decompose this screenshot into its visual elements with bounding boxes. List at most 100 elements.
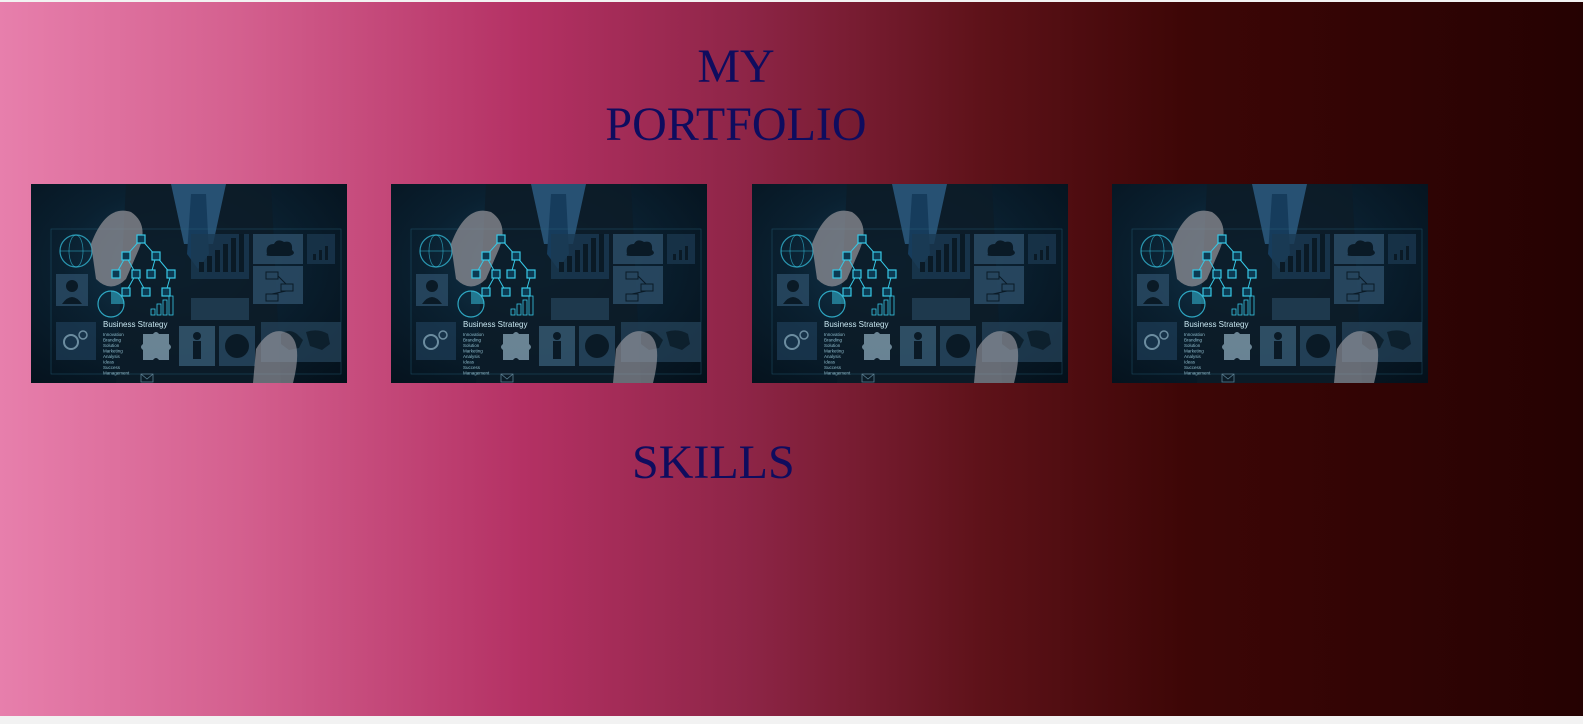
strategy-list-item: Management xyxy=(103,371,130,376)
business-strategy-illustration: Business Strategy InnovationBrandingSolut… xyxy=(771,184,1063,383)
signal-bar xyxy=(1046,246,1049,260)
title-line-2: PORTFOLIO xyxy=(605,98,867,151)
strategy-list-item: Branding xyxy=(824,338,843,343)
person-icon xyxy=(1274,332,1282,340)
user-icon xyxy=(66,280,78,292)
business-strategy-caption: Business Strategy xyxy=(463,320,527,329)
strategy-list-item: Innovation xyxy=(824,332,845,337)
strategy-list-item: Ideas xyxy=(463,360,475,365)
strategy-list-item: Success xyxy=(103,365,121,370)
bar-chart-icon xyxy=(960,234,965,272)
bar-chart-icon xyxy=(928,256,933,272)
bar-chart-icon xyxy=(567,256,572,272)
strategy-list-item: Ideas xyxy=(103,360,115,365)
page-title: MY PORTFOLIO xyxy=(600,38,872,154)
bar-chart-icon xyxy=(1280,262,1285,272)
strategy-list-item: Innovation xyxy=(463,332,484,337)
bar-chart-icon xyxy=(215,250,220,272)
title-line-1: MY xyxy=(697,40,775,93)
strategy-list-item: Solution xyxy=(103,343,120,348)
strategy-list-item: Management xyxy=(824,371,851,376)
signal-bar xyxy=(685,246,688,260)
signal-bar xyxy=(325,246,328,260)
info-panel xyxy=(1272,298,1330,320)
info-panel xyxy=(912,298,970,320)
strategy-list-item: Solution xyxy=(1184,343,1201,348)
business-strategy-caption: Business Strategy xyxy=(1184,320,1248,329)
puzzle-icon xyxy=(141,332,171,360)
strategy-list-item: Solution xyxy=(824,343,841,348)
portfolio-image-4[interactable]: Business Strategy Innovation Branding Solut… xyxy=(1112,184,1428,383)
strategy-list-item: Analysis xyxy=(463,354,481,359)
business-strategy-caption: Business Strategy xyxy=(824,320,888,329)
bar-chart-icon xyxy=(952,238,957,272)
strategy-list-item: Ideas xyxy=(824,360,836,365)
gear-panel xyxy=(56,322,96,360)
business-strategy-caption: Business Strategy xyxy=(103,320,167,329)
bar-chart-icon xyxy=(599,234,604,272)
user-icon xyxy=(426,280,438,292)
signal-bar xyxy=(1040,250,1043,260)
skills-heading: SKILLS xyxy=(632,436,795,489)
dark-circle-icon xyxy=(946,334,970,358)
signal-bar xyxy=(1400,250,1403,260)
bar-chart-icon xyxy=(920,262,925,272)
bar-chart-icon xyxy=(1304,244,1309,272)
strategy-list-item: Management xyxy=(1184,371,1211,376)
bar-chart-icon xyxy=(575,250,580,272)
person-icon xyxy=(553,332,561,340)
dark-circle-icon xyxy=(1306,334,1330,358)
signal-bar xyxy=(1034,254,1037,260)
portfolio-image-2[interactable]: Business Strategy Innovation Branding Solut… xyxy=(391,184,707,383)
dark-circle-icon xyxy=(225,334,249,358)
strategy-list-item: Marketing xyxy=(103,349,123,354)
gear-panel xyxy=(1137,322,1177,360)
info-panel xyxy=(191,298,249,320)
signal-bar xyxy=(319,250,322,260)
puzzle-icon xyxy=(501,332,531,360)
strategy-list-item: Analysis xyxy=(103,354,121,359)
business-strategy-illustration: Business Strategy InnovationBrandingSolut… xyxy=(1131,184,1423,383)
strategy-list-item: Ideas xyxy=(1184,360,1196,365)
dark-circle-icon xyxy=(585,334,609,358)
bar-chart-icon xyxy=(944,244,949,272)
strategy-list-item: Marketing xyxy=(824,349,844,354)
bar-chart-icon xyxy=(1320,234,1325,272)
strategy-list-item: Success xyxy=(824,365,842,370)
bar-chart-icon xyxy=(1312,238,1317,272)
strategy-list-item: Analysis xyxy=(1184,354,1202,359)
strategy-list-item: Branding xyxy=(463,338,482,343)
portfolio-page: MY PORTFOLIO Business Strategy Innovation… xyxy=(0,0,1583,724)
puzzle-icon xyxy=(1222,332,1252,360)
bar-chart-icon xyxy=(583,244,588,272)
gear-panel xyxy=(416,322,456,360)
gear-panel xyxy=(777,322,817,360)
portfolio-image-3[interactable]: Business Strategy Innovation Branding Solut… xyxy=(752,184,1068,383)
strategy-list-item: Marketing xyxy=(1184,349,1204,354)
strategy-list-item: Analysis xyxy=(824,354,842,359)
strategy-list-item: Branding xyxy=(103,338,122,343)
person-icon xyxy=(914,332,922,340)
person-icon xyxy=(193,332,201,340)
strategy-list-item: Branding xyxy=(1184,338,1203,343)
strategy-list-item: Solution xyxy=(463,343,480,348)
user-icon xyxy=(1147,280,1159,292)
strategy-list-item: Management xyxy=(463,371,490,376)
strategy-list-item: Success xyxy=(463,365,481,370)
portfolio-image-1[interactable]: Business Strategy Innovation Branding Solut… xyxy=(31,184,347,383)
bar-chart-icon xyxy=(559,262,564,272)
info-panel xyxy=(551,298,609,320)
signal-bar xyxy=(673,254,676,260)
bar-chart-icon xyxy=(231,238,236,272)
strategy-list-item: Success xyxy=(1184,365,1202,370)
bar-chart-icon xyxy=(239,234,244,272)
strategy-list-item: Marketing xyxy=(463,349,483,354)
signal-bar xyxy=(1394,254,1397,260)
bar-chart-icon xyxy=(223,244,228,272)
bar-chart-icon xyxy=(199,262,204,272)
bar-chart-icon xyxy=(1288,256,1293,272)
signal-bar xyxy=(1406,246,1409,260)
user-icon xyxy=(787,280,799,292)
bar-chart-icon xyxy=(591,238,596,272)
bar-chart-icon xyxy=(936,250,941,272)
